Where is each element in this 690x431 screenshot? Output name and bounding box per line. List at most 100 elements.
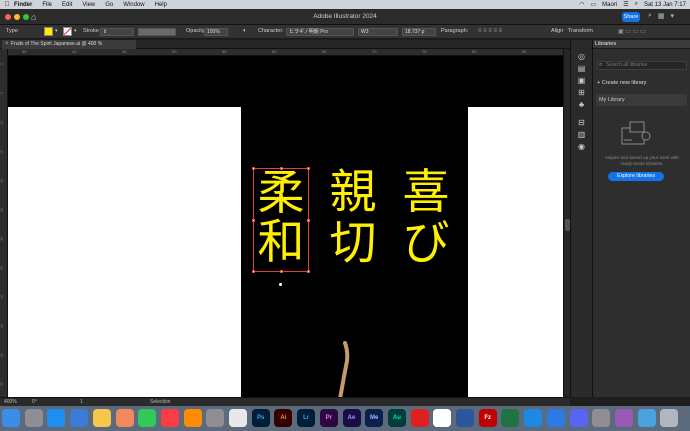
search-icon[interactable]: ⌕: [648, 12, 652, 20]
font-family-select[interactable]: ヒラギノ明朝 Pro: [286, 28, 354, 36]
font-size-field[interactable]: 18.737 p: [402, 28, 436, 36]
dock-app-word[interactable]: [456, 409, 474, 427]
opacity-field[interactable]: 100%: [204, 28, 228, 36]
dock-app-notes[interactable]: [92, 409, 111, 427]
selection-handle[interactable]: [307, 167, 310, 170]
character-label[interactable]: Character:: [258, 28, 284, 34]
dock-app-mail2[interactable]: [546, 409, 565, 427]
share-button[interactable]: Share: [622, 12, 640, 22]
pathfinder-icon[interactable]: ▥: [576, 130, 587, 139]
dock-app-discord[interactable]: [569, 409, 588, 427]
selection-handle[interactable]: [252, 219, 255, 222]
menu-go[interactable]: Go: [105, 2, 113, 8]
dock-app-app-store[interactable]: [524, 409, 543, 427]
menubar-clock[interactable]: Sat 13 Jan 7:17: [644, 2, 686, 8]
vertical-scrollbar[interactable]: [563, 49, 570, 397]
branch-illustration[interactable]: [330, 341, 360, 397]
chevron-down-icon[interactable]: ▾: [671, 12, 675, 20]
dock-app-music[interactable]: [160, 409, 179, 427]
dock-app-podcasts[interactable]: [614, 409, 633, 427]
artboard-canvas[interactable]: 柔 和 親 切 喜 び: [8, 56, 563, 397]
control-center-icon[interactable]: ☰: [623, 1, 628, 8]
menubar-user[interactable]: Maori: [602, 2, 617, 8]
dock-app-messages[interactable]: [138, 409, 157, 427]
dock-app-vlc[interactable]: [183, 409, 202, 427]
dock-app-acrobat[interactable]: [410, 409, 429, 427]
menu-file[interactable]: File: [42, 2, 52, 8]
close-tab-icon[interactable]: ×: [5, 40, 9, 49]
symbols-icon[interactable]: ♣: [576, 100, 587, 109]
paragraph-label[interactable]: Paragraph:: [441, 28, 468, 34]
library-search-input[interactable]: ⌕ Search all libraries: [597, 61, 687, 70]
dock-app-me[interactable]: Me: [365, 409, 384, 427]
transform-label[interactable]: Transform: [568, 28, 593, 34]
fill-swatch[interactable]: [44, 27, 53, 36]
selection-handle[interactable]: [307, 219, 310, 222]
kanji-text[interactable]: 切: [326, 220, 380, 267]
my-library-item[interactable]: My Library: [596, 94, 687, 106]
selection-handle[interactable]: [280, 167, 283, 170]
apple-icon[interactable]: : [0, 1, 14, 8]
dock-app-ai[interactable]: Ai: [274, 409, 293, 427]
libraries-panel-header[interactable]: Libraries: [593, 40, 690, 49]
kanji-text[interactable]: 喜: [399, 169, 453, 216]
dock-app-bin[interactable]: [660, 409, 679, 427]
menu-window[interactable]: Window: [123, 2, 144, 8]
menu-edit[interactable]: Edit: [62, 2, 72, 8]
dock-app-lr[interactable]: Lr: [297, 409, 316, 427]
dock-app-chrome[interactable]: [229, 409, 247, 427]
horizontal-ruler[interactable]: 35 40 45 50 55 60 65 70 75 80 85: [8, 49, 563, 56]
dock-app-excel[interactable]: [501, 409, 520, 427]
recolor-icon[interactable]: ◐: [243, 28, 247, 34]
dock-app-settings[interactable]: [206, 409, 225, 427]
stroke-weight-field[interactable]: ⇕: [100, 28, 134, 36]
selection-handle[interactable]: [252, 167, 255, 170]
selection-handle[interactable]: [252, 270, 255, 273]
create-library-button[interactable]: + Create new library: [597, 80, 646, 86]
zoom-level[interactable]: 400%: [4, 399, 17, 405]
menu-finder[interactable]: Finder: [14, 2, 32, 8]
arrange-icon[interactable]: ▦: [658, 12, 665, 20]
dock-app-preview[interactable]: [592, 409, 611, 427]
variable-width-profile[interactable]: [138, 28, 176, 36]
dock-app-finder2[interactable]: [637, 409, 656, 427]
rotation-value[interactable]: 0°: [32, 399, 37, 405]
dock-app-calendar[interactable]: [433, 409, 452, 427]
fill-dropdown-icon[interactable]: ▾: [55, 28, 58, 34]
dock-app-filezilla[interactable]: Fz: [478, 409, 497, 427]
dock-app-launchpad[interactable]: [24, 409, 43, 427]
stroke-dropdown-icon[interactable]: ▾: [74, 28, 77, 34]
stroke-swatch[interactable]: [63, 27, 72, 36]
dock-app-finder[interactable]: [2, 409, 20, 427]
kanji-text[interactable]: 親: [326, 169, 380, 216]
dock-app-mail[interactable]: [70, 409, 89, 427]
font-style-select[interactable]: W3: [358, 28, 398, 36]
layers-icon[interactable]: ▤: [576, 64, 587, 73]
menu-view[interactable]: View: [82, 2, 95, 8]
battery-icon[interactable]: ▭: [591, 1, 597, 8]
align-label[interactable]: Align: [551, 28, 563, 34]
dock-app-ae[interactable]: Ae: [342, 409, 361, 427]
align-icon[interactable]: ⊟: [576, 118, 587, 127]
document-tab[interactable]: × Fruits of The Spirit Japanese.ai @ 400…: [2, 40, 136, 56]
selection-bounding-box[interactable]: [253, 168, 309, 272]
rotate-handle[interactable]: [279, 283, 282, 286]
libraries-icon[interactable]: ▣: [576, 76, 587, 85]
selection-handle[interactable]: [307, 270, 310, 273]
dock-app-au[interactable]: Au: [387, 409, 406, 427]
explore-libraries-button[interactable]: Explore libraries: [608, 172, 664, 181]
artboards-icon[interactable]: ⊞: [576, 88, 587, 97]
menu-help[interactable]: Help: [155, 2, 167, 8]
wifi-icon[interactable]: ◠: [579, 1, 584, 8]
kanji-text[interactable]: び: [399, 220, 453, 267]
artboard-number[interactable]: 1: [80, 399, 83, 405]
vertical-ruler[interactable]: 0 5 10 15 20 25 30 35 40 45 50 55: [0, 49, 8, 397]
selection-handle[interactable]: [280, 270, 283, 273]
spotlight-icon[interactable]: ⌕: [635, 1, 638, 8]
current-tool[interactable]: Selection: [150, 399, 171, 405]
dock-app-ps[interactable]: Ps: [251, 409, 270, 427]
dock-app-safari[interactable]: [47, 409, 66, 427]
dock-app-pr[interactable]: Pr: [319, 409, 338, 427]
paragraph-align-icons[interactable]: ≡ ≡ ≡ ≡ ≡: [478, 28, 502, 34]
properties-icon[interactable]: ◎: [576, 52, 587, 61]
